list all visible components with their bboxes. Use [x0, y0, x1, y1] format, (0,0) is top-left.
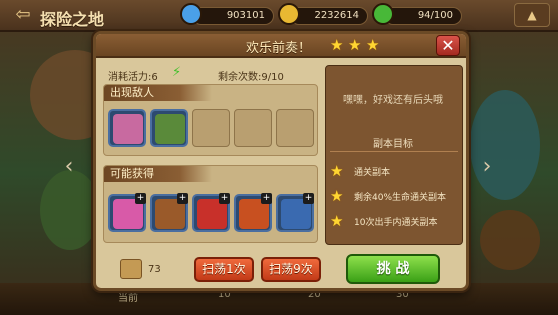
enemy-slot[interactable] — [150, 109, 188, 147]
lightning-icon: ⚡ — [172, 65, 182, 80]
reward-slot[interactable]: + — [150, 193, 188, 232]
stage-info-panel: 嘿嘿，好戏还有后头哦 副本目标 ★ 通关副本 ★ 剩余40%生命通关副本 ★ 1… — [325, 65, 463, 245]
star-icon: ★ — [348, 36, 362, 54]
dialog-header: 欢乐前奏！ ★ ★ ★ ✕ — [96, 34, 466, 58]
green-energy-icon — [372, 3, 394, 25]
gem-counter: 903101 — [192, 7, 274, 25]
enemies-section: 出现敌人 — [103, 84, 318, 156]
energy-count: 94/100 — [417, 10, 453, 21]
map-title: 探险之地 — [40, 10, 105, 29]
stage-dialog: 欢乐前奏！ ★ ★ ★ ✕ 消耗活力:6 ⚡ 剩余次数:9/10 出现敌人 可能… — [93, 31, 469, 291]
sweep-scroll-count: 73 — [148, 264, 161, 275]
dialog-footer: 73 扫荡1次 扫荡9次 挑 战 — [96, 250, 466, 288]
star-icon: ★ — [366, 36, 380, 54]
enemy-slot[interactable] — [108, 109, 146, 147]
challenge-button[interactable]: 挑 战 — [346, 254, 440, 284]
sweep-nine-button[interactable]: 扫荡9次 — [261, 257, 321, 282]
divider — [330, 151, 458, 152]
plus-icon: + — [303, 193, 314, 204]
empty-enemy-slot — [234, 109, 272, 147]
empty-enemy-slot — [192, 109, 230, 147]
progress-label-current: 当前 — [118, 293, 138, 304]
plus-icon: + — [261, 193, 272, 204]
blue-gem-icon — [180, 3, 202, 25]
goal-item: ★ 10次出手内通关副本 — [330, 212, 462, 231]
rewards-heading: 可能获得 — [104, 166, 212, 182]
gold-coin-icon — [278, 3, 300, 25]
back-arrow-icon[interactable]: ⇦ — [10, 5, 36, 25]
coin-counter: 2232614 — [290, 7, 368, 25]
close-button[interactable]: ✕ — [436, 35, 460, 56]
sweep-scroll-icon — [120, 259, 142, 279]
green-hat-warrior-portrait — [155, 114, 185, 144]
plus-icon: + — [219, 193, 230, 204]
menu-toggle-button[interactable]: ▲ — [514, 3, 550, 27]
purple-hair-girl-portrait — [113, 114, 143, 144]
energy-cost: 消耗活力:6 — [108, 72, 158, 83]
rewards-section: 可能获得 + + + + + — [103, 165, 318, 243]
star-icon: ★ — [330, 36, 344, 54]
gem-count: 903101 — [226, 10, 265, 21]
energy-counter: 94/100 — [384, 7, 462, 25]
goal-text: 通关副本 — [354, 168, 391, 178]
star-icon: ★ — [330, 187, 344, 205]
reward-slot[interactable]: + — [234, 193, 272, 232]
plus-icon: + — [177, 193, 188, 204]
top-bar: ⇦ 探险之地 903101 2232614 94/100 ▲ — [0, 0, 558, 32]
previous-page-icon[interactable]: ‹ — [60, 150, 78, 184]
goal-text: 剩余40%生命通关副本 — [354, 193, 447, 203]
boss-quote: 嘿嘿，好戏还有后头哦 — [343, 95, 443, 106]
reward-slot[interactable]: + — [276, 193, 314, 232]
remaining-attempts: 剩余次数:9/10 — [218, 72, 284, 83]
empty-enemy-slot — [276, 109, 314, 147]
sweep-once-button[interactable]: 扫荡1次 — [194, 257, 254, 282]
reward-slot[interactable]: + — [192, 193, 230, 232]
goal-item: ★ 通关副本 — [330, 162, 462, 181]
plus-icon: + — [135, 193, 146, 204]
goal-item: ★ 剩余40%生命通关副本 — [330, 187, 462, 206]
goals-title: 副本目标 — [373, 139, 413, 150]
reward-slot[interactable]: + — [108, 193, 146, 232]
goal-text: 10次出手内通关副本 — [354, 218, 438, 228]
coin-count: 2232614 — [314, 10, 359, 21]
next-page-icon[interactable]: › — [478, 150, 496, 184]
enemies-heading: 出现敌人 — [104, 85, 212, 101]
star-icon: ★ — [330, 162, 344, 180]
star-icon: ★ — [330, 212, 344, 230]
stage-title: 欢乐前奏！ — [246, 41, 312, 56]
